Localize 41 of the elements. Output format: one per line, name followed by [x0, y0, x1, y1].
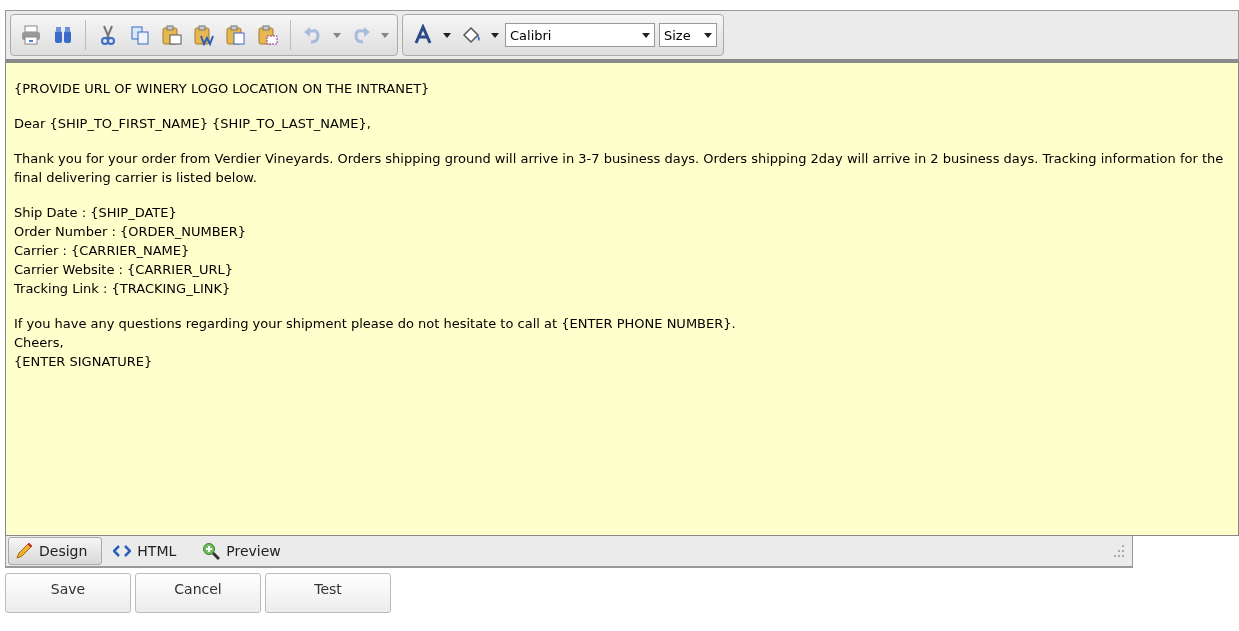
paste-html-icon	[257, 24, 279, 46]
text-line: Thank you for your order from Verdier Vineyards. Orders shipping ground will arrive in 3-7 business days. Orders shipping 2day will arrive in 2 business days. Tracking information for the final delivering carrier is listed below.	[14, 150, 1225, 187]
action-button[interactable]: Save	[5, 573, 131, 613]
paste-icon	[161, 24, 183, 46]
text-line: {PROVIDE URL OF WINERY LOGO LOCATION ON THE INTRANET}	[14, 80, 431, 98]
paste-word-icon	[193, 24, 215, 46]
action-button[interactable]: Test	[265, 573, 391, 613]
caret-icon	[333, 32, 341, 38]
resize-grip-icon[interactable]	[1112, 545, 1124, 557]
text-line: Carrier : {CARRIER_NAME}	[14, 242, 191, 260]
text-line: Dear {SHIP_TO_FIRST_NAME} {SHIP_TO_LAST_NAME},	[14, 115, 372, 133]
text-line: If you have any questions regarding your shipment please do not hesitate to call at {ENTER PHONE NUMBER}.	[14, 315, 737, 333]
action-button[interactable]: Cancel	[135, 573, 261, 613]
size-select[interactable]: Size	[659, 23, 717, 47]
caret-icon	[642, 32, 650, 38]
paint-bucket-icon	[460, 24, 482, 46]
text-line: Carrier Website : {CARRIER_URL}	[14, 261, 234, 279]
pencil-icon	[15, 542, 33, 560]
caret-icon	[491, 32, 499, 38]
text-line: Cheers,	[14, 334, 65, 352]
caret-icon	[443, 32, 451, 38]
font-color-icon	[412, 24, 434, 46]
caret-icon	[381, 32, 389, 38]
copy-icon	[129, 24, 151, 46]
binoculars-icon	[52, 24, 74, 46]
mode-tab[interactable]: HTML	[106, 537, 192, 565]
text-line: {ENTER SIGNATURE}	[14, 353, 154, 371]
font-select[interactable]: Calibri	[505, 23, 655, 47]
size-label: Size	[664, 27, 691, 43]
text-line: Tracking Link : {TRACKING_LINK}	[14, 280, 232, 298]
printer-icon	[20, 24, 42, 46]
text-line: Ship Date : {SHIP_DATE}	[14, 204, 178, 222]
mode-tab[interactable]: Design	[8, 537, 103, 565]
caret-icon	[704, 32, 712, 38]
font-name: Calibri	[510, 27, 552, 43]
mode-tab[interactable]: Preview	[195, 537, 296, 565]
text-line: Order Number : {ORDER_NUMBER}	[14, 223, 248, 241]
paste-text-icon	[225, 24, 247, 46]
editor-area[interactable]	[5, 62, 1239, 536]
magnifier-icon	[202, 542, 221, 560]
code-icon	[113, 544, 132, 558]
